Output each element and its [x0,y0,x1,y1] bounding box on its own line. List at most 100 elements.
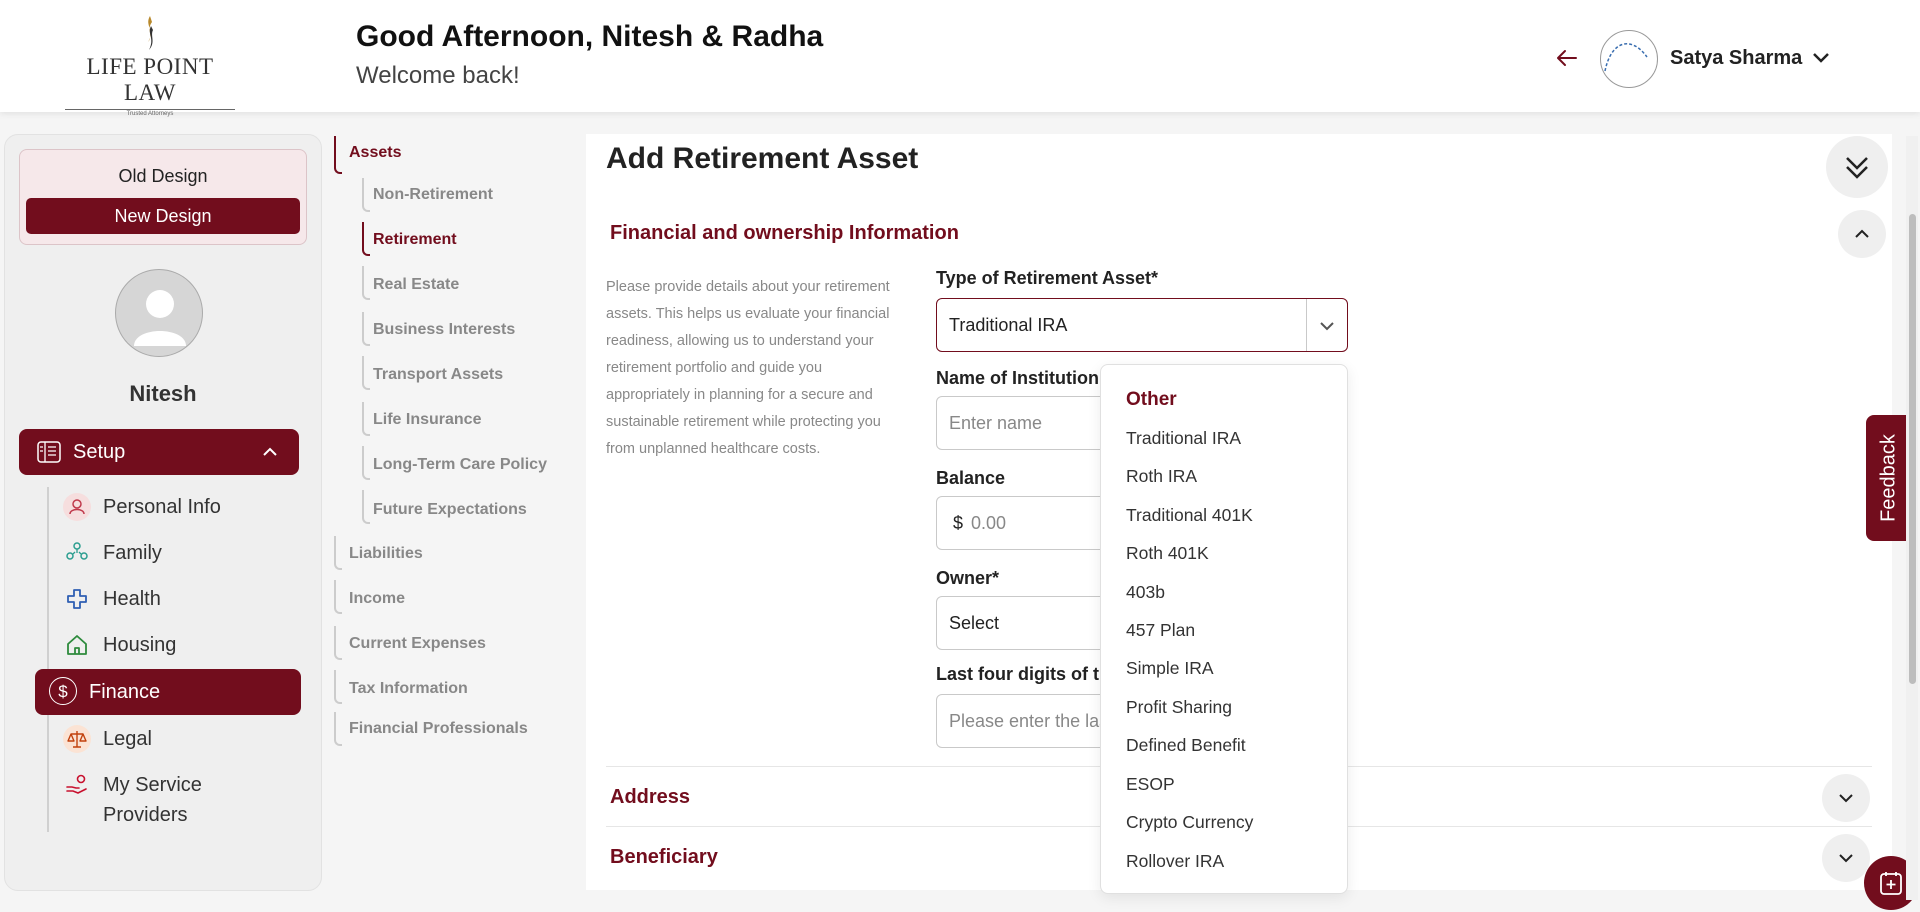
logo-name: LIFE POINT LAW [86,54,214,105]
profile-avatar [115,269,203,357]
sidebar-item-housing[interactable]: Housing [49,625,301,665]
subnav-item-income[interactable]: Income [349,590,405,608]
last-four-placeholder: Please enter the las [949,711,1109,731]
chevron-down-icon[interactable] [1810,47,1832,69]
sidebar-item-legal[interactable]: Legal [49,719,301,759]
sidebar-item-personal-info[interactable]: Personal Info [49,487,301,527]
chevron-down-icon [1839,794,1853,803]
section-description: Please provide details about your retire… [606,279,890,457]
section-financial-toggle[interactable] [1838,210,1886,258]
dropdown-option[interactable]: 403b [1126,582,1165,603]
section-beneficiary-title[interactable]: Beneficiary [610,846,718,869]
feedback-label: Feedback [1877,434,1900,522]
page-title: Add Retirement Asset [606,142,919,175]
subnav-bracket [362,446,370,480]
service-hand-icon [63,771,91,799]
subnav-bracket [362,312,370,346]
subnav-item-retirement[interactable]: Retirement [373,231,457,249]
institution-placeholder: Enter name [949,413,1043,433]
subnav-bracket [334,536,342,570]
retirement-type-select[interactable]: Traditional IRA [936,298,1348,352]
dropdown-option[interactable]: Roth IRA [1126,466,1197,487]
back-arrow-icon[interactable] [1554,45,1580,71]
owner-label: Owner* [936,568,1000,588]
sidebar-item-label: Health [103,588,161,610]
collapse-all-button[interactable] [1826,136,1888,198]
subnav-item-real-estate[interactable]: Real Estate [373,276,459,294]
sidebar-item-label: Finance [89,681,161,703]
section-address-title[interactable]: Address [610,786,690,809]
subnav-item-life-insurance[interactable]: Life Insurance [373,411,481,429]
subnav-item-liabilities[interactable]: Liabilities [349,545,423,563]
subnav-item-non-retirement[interactable]: Non-Retirement [373,186,493,204]
user-avatar[interactable] [1600,30,1658,88]
person-icon [63,493,91,521]
scrollbar-thumb[interactable] [1909,214,1916,684]
subnav-item-business-interests[interactable]: Business Interests [373,321,515,339]
subnav-bracket [362,490,370,524]
subnav-item-financial-professionals[interactable]: Financial Professionals [349,720,528,738]
dropdown-option[interactable]: Traditional IRA [1126,428,1241,449]
logo[interactable]: LIFE POINT LAW Trusted Attorneys [60,14,240,117]
logo-flame-icon [148,16,153,50]
subnav-item-future-expectations[interactable]: Future Expectations [373,501,527,519]
subnav-item-long-term-care-policy[interactable]: Long-Term Care Policy [373,456,547,474]
subnav-bracket [362,222,370,256]
sidebar-item-my-service-providers[interactable]: My Service Providers [49,765,301,831]
last-four-label: Last four digits of th [936,664,1110,684]
dropdown-option[interactable]: Rollover IRA [1126,851,1224,872]
sidebar-item-label: Housing [103,634,177,656]
subnav-bracket [362,402,370,436]
finance-subnav: Assets Non-Retirement Retirement Real Es… [334,134,578,874]
subnav-item-assets[interactable]: Assets [349,144,401,162]
section-beneficiary-toggle[interactable] [1822,834,1870,882]
dropdown-option[interactable]: Profit Sharing [1126,697,1232,718]
dropdown-option[interactable]: Simple IRA [1126,658,1214,679]
welcome-text: Welcome back! [356,62,520,89]
retirement-type-value: Traditional IRA [949,315,1068,335]
retirement-type-dropdown: Other Traditional IRA Roth IRA Tradition… [1100,364,1348,894]
dropdown-option[interactable]: Defined Benefit [1126,735,1246,756]
sidebar-item-label: Family [103,542,162,564]
setup-icon [37,441,61,463]
balance-placeholder: 0.00 [971,513,1007,533]
dollar-icon: $ [49,677,77,705]
dropdown-option[interactable]: Roth 401K [1126,543,1209,564]
logo-tagline: Trusted Attorneys [65,109,235,117]
subnav-item-current-expenses[interactable]: Current Expenses [349,635,486,653]
greeting-title: Good Afternoon, Nitesh & Radha [356,20,824,53]
new-design-button[interactable]: New Design [26,198,300,234]
type-label: Type of Retirement Asset* [936,268,1159,288]
person-silhouette-icon [134,290,186,346]
health-cross-icon [63,585,91,613]
section-financial-title[interactable]: Financial and ownership Information [610,222,959,245]
old-design-button[interactable]: Old Design [20,166,306,187]
subnav-bracket [334,670,342,704]
section-address-toggle[interactable] [1822,774,1870,822]
profile-name: Nitesh [129,381,197,406]
chevron-up-icon [263,447,277,456]
dropdown-option[interactable]: 457 Plan [1126,620,1195,641]
dropdown-option-other[interactable]: Other [1126,389,1177,411]
svg-text:$: $ [58,682,68,701]
balance-label: Balance [936,468,1006,488]
home-icon [63,631,91,659]
sidebar-item-health[interactable]: Health [49,579,301,619]
subnav-item-transport-assets[interactable]: Transport Assets [373,366,503,384]
dropdown-option[interactable]: Traditional 401K [1126,505,1253,526]
sidebar-item-finance[interactable]: $ Finance [35,669,301,715]
setup-menu-button[interactable]: Setup [19,429,299,475]
sidebar-item-label: Personal Info [103,496,221,518]
dropdown-option[interactable]: Crypto Currency [1126,812,1253,833]
sidebar-item-family[interactable]: Family [49,533,301,573]
dropdown-option[interactable]: ESOP [1126,774,1175,795]
chevron-down-icon [1839,854,1853,863]
subnav-bracket [334,712,342,746]
currency-symbol: $ [953,513,964,533]
sidebar-item-label: Legal [103,728,152,750]
subnav-item-tax-information[interactable]: Tax Information [349,680,468,698]
left-sidebar: Old Design New Design Nitesh Setup Perso… [4,134,322,891]
subnav-bracket [334,136,342,174]
user-name[interactable]: Satya Sharma [1670,47,1802,70]
sidebar-item-label: My Service [103,774,202,796]
